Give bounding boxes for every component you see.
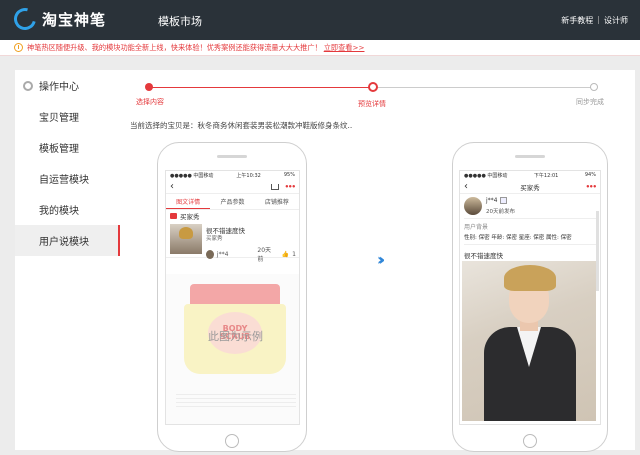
link-separator: | [597, 15, 600, 24]
buyer-show-label: 买家秀 [180, 213, 200, 221]
review-subtext: 买家秀 [206, 236, 223, 242]
tab-shop-recommend[interactable]: 店铺推荐 [255, 194, 299, 209]
sidebar-item-product-management[interactable]: 宝贝管理 [15, 101, 120, 132]
sample-watermark: 此图为示例 [208, 330, 263, 343]
user-background-label: 用户背景 [464, 224, 489, 231]
carrier: ●●●●● 中国移动 [170, 173, 214, 179]
notice-text: 神笔热区随便升级、我的模块功能全新上线，快来体验！优秀案例还能获得流量大大大推广… [27, 42, 322, 52]
more-icon[interactable]: ••• [586, 183, 597, 191]
avatar [464, 197, 482, 215]
logo[interactable]: 淘宝神笔 [9, 3, 107, 35]
home-button [225, 434, 239, 448]
step-dot-1 [145, 83, 153, 91]
logo-text: 淘宝神笔 [42, 10, 107, 29]
detail-tabs: 图文详情 产品参数 店铺推荐 [166, 194, 299, 210]
step-dot-2 [368, 82, 378, 92]
carrier: ●●●●● 中国移动 [464, 173, 508, 179]
like-count: 1 [292, 250, 296, 258]
main-panel: 选择内容 预览详情 同步完成 当前选择的宝贝是：秋冬商务休闲套装男装松潮款冲鞋版… [120, 70, 635, 452]
step-line-pending [373, 87, 594, 88]
posted-time: 20天前发布 [486, 209, 515, 215]
buyer-show-icon [170, 213, 177, 219]
selected-item-info: 当前选择的宝贝是：秋冬商务休闲套装男装松潮款冲鞋版修身条纹.. [130, 121, 353, 130]
phone-screen-right: ●●●●● 中国移动 下午12:01 94% ‹ 买家秀 ••• j**4 20… [459, 170, 601, 425]
divider [464, 218, 596, 219]
thumbs-up-icon[interactable]: 👍 [282, 251, 289, 258]
reviewer-name: j**4 [216, 250, 229, 258]
notice-icon [14, 43, 23, 52]
review-time: 20天前 [257, 247, 272, 263]
jar-lid [190, 284, 280, 306]
sidebar-item-my-modules[interactable]: 我的模块 [15, 194, 120, 225]
phone-nav: ‹ ••• [166, 180, 299, 194]
notice-link[interactable]: 立即查看>> [324, 43, 365, 53]
battery: 94% [584, 172, 596, 178]
nav-template-market[interactable]: 模板市场 [158, 13, 202, 29]
status-bar: ●●●●● 中国移动 上午10:32 95% [166, 171, 299, 180]
step-line-done [149, 87, 373, 88]
phone-screen-left: ●●●●● 中国移动 上午10:32 95% ‹ ••• 图文详情 产品参数 店… [165, 170, 300, 425]
link-designer[interactable]: 设计师 [604, 15, 628, 26]
cart-icon[interactable] [270, 183, 279, 190]
home-button [523, 434, 537, 448]
notice-bar: 神笔热区随便升级、我的模块功能全新上线，快来体验！优秀案例还能获得流量大大大推广… [0, 40, 640, 56]
top-bar: 淘宝神笔 模板市场 新手教程 | 设计师 [0, 0, 640, 40]
link-tutorial[interactable]: 新手教程 [561, 15, 593, 26]
sidebar-item-template-management[interactable]: 模板管理 [15, 132, 120, 163]
step-dot-3 [590, 83, 598, 91]
sidebar: 操作中心 宝贝管理 模板管理 自运营模块 我的模块 用户说模块 [15, 70, 120, 450]
review-photo[interactable] [462, 261, 596, 421]
reviewer-name: j**4 [486, 197, 508, 204]
reviewer-row: j**4 20天前发布 [460, 194, 600, 216]
battery: 95% [283, 172, 295, 178]
phone-preview-right: ●●●●● 中国移动 下午12:01 94% ‹ 买家秀 ••• j**4 20… [452, 142, 608, 452]
sidebar-header: 操作中心 [15, 70, 120, 101]
review-card[interactable]: 很不错速度快 买家秀 j**4 20天前 👍 1 [166, 222, 299, 263]
status-time: 下午12:01 [533, 173, 559, 179]
sidebar-item-self-operated-module[interactable]: 自运营模块 [15, 163, 120, 194]
phone-preview-left: ●●●●● 中国移动 上午10:32 95% ‹ ••• 图文详情 产品参数 店… [157, 142, 307, 452]
step-label-1: 选择内容 [136, 98, 164, 106]
review-text: 很不错速度快 [464, 252, 503, 260]
phone-nav: ‹ 买家秀 ••• [460, 180, 600, 194]
tab-params[interactable]: 产品参数 [210, 194, 254, 209]
double-chevron-right-icon: ›› [377, 250, 386, 269]
more-icon[interactable]: ••• [285, 183, 296, 191]
status-time: 上午10:32 [236, 173, 261, 179]
top-right-links: 新手教程 | 设计师 [561, 15, 628, 26]
photo-hair [504, 265, 556, 291]
tab-details[interactable]: 图文详情 [166, 194, 211, 209]
back-icon[interactable]: ‹ [170, 181, 174, 192]
product-image: BODY SCRUB 此图为示例 [166, 274, 299, 424]
sidebar-header-label: 操作中心 [39, 82, 79, 93]
buyer-show-title: 买家秀 [520, 183, 540, 192]
gear-icon [23, 80, 33, 91]
reviewer-avatar [206, 249, 214, 259]
product-note-lines [176, 394, 296, 408]
user-attributes: 性别: 保密 年龄: 保密 星座: 保密 属性: 保密 [464, 235, 572, 241]
scrollbar[interactable] [596, 211, 599, 291]
phone-speaker [217, 155, 247, 158]
review-meta: j**4 20天前 👍 1 [206, 245, 296, 263]
step-label-2: 预览详情 [358, 100, 386, 108]
image-icon [500, 197, 508, 204]
divider [464, 244, 596, 245]
sidebar-item-user-says-module[interactable]: 用户说模块 [15, 225, 120, 256]
back-icon[interactable]: ‹ [464, 181, 468, 192]
logo-icon [9, 3, 41, 35]
step-label-3: 同步完成 [576, 98, 604, 106]
review-thumbnail [170, 224, 202, 254]
phone-speaker [515, 155, 545, 158]
buyer-show-header: 买家秀 [166, 210, 299, 222]
status-bar: ●●●●● 中国移动 下午12:01 94% [460, 171, 600, 180]
